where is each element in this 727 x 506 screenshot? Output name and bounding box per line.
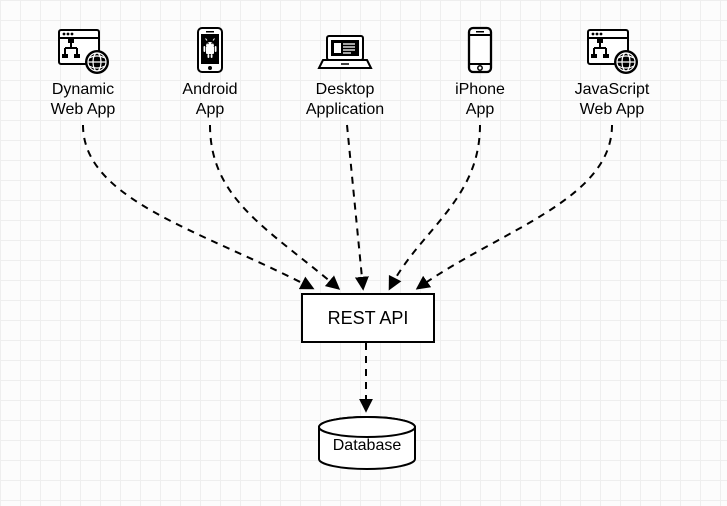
client-desktop-app: Desktop Application [285, 26, 405, 120]
rest-api-box: REST API [301, 293, 435, 343]
client-label-line1: Desktop [316, 81, 375, 98]
client-label-line2: Web App [51, 101, 116, 118]
client-label-line2: Application [306, 101, 384, 118]
client-android-app: Android App [165, 26, 255, 120]
client-iphone-app: iPhone App [440, 26, 520, 120]
client-label-line1: JavaScript [575, 81, 650, 98]
client-label-line2: App [196, 101, 224, 118]
client-label-line2: Web App [580, 101, 645, 118]
client-label-line1: Android [182, 81, 237, 98]
client-label-line1: Dynamic [52, 81, 114, 98]
database-node: Database [315, 415, 419, 471]
edge-dynamic-to-api [83, 125, 312, 288]
edge-android-to-api [210, 125, 338, 288]
client-label-line1: iPhone [455, 81, 505, 98]
client-js-web-app: JavaScript Web App [552, 26, 672, 120]
database-label: Database [315, 437, 419, 455]
client-label-line2: App [466, 101, 494, 118]
browser-web-icon [53, 26, 113, 76]
edge-js-to-api [418, 125, 612, 288]
android-phone-icon [190, 26, 230, 76]
iphone-icon [460, 26, 500, 76]
laptop-icon [315, 26, 375, 76]
rest-api-label: REST API [328, 308, 409, 329]
browser-web-icon [582, 26, 642, 76]
client-dynamic-web-app: Dynamic Web App [30, 26, 136, 120]
edge-iphone-to-api [390, 125, 480, 288]
edge-desktop-to-api [347, 125, 363, 288]
